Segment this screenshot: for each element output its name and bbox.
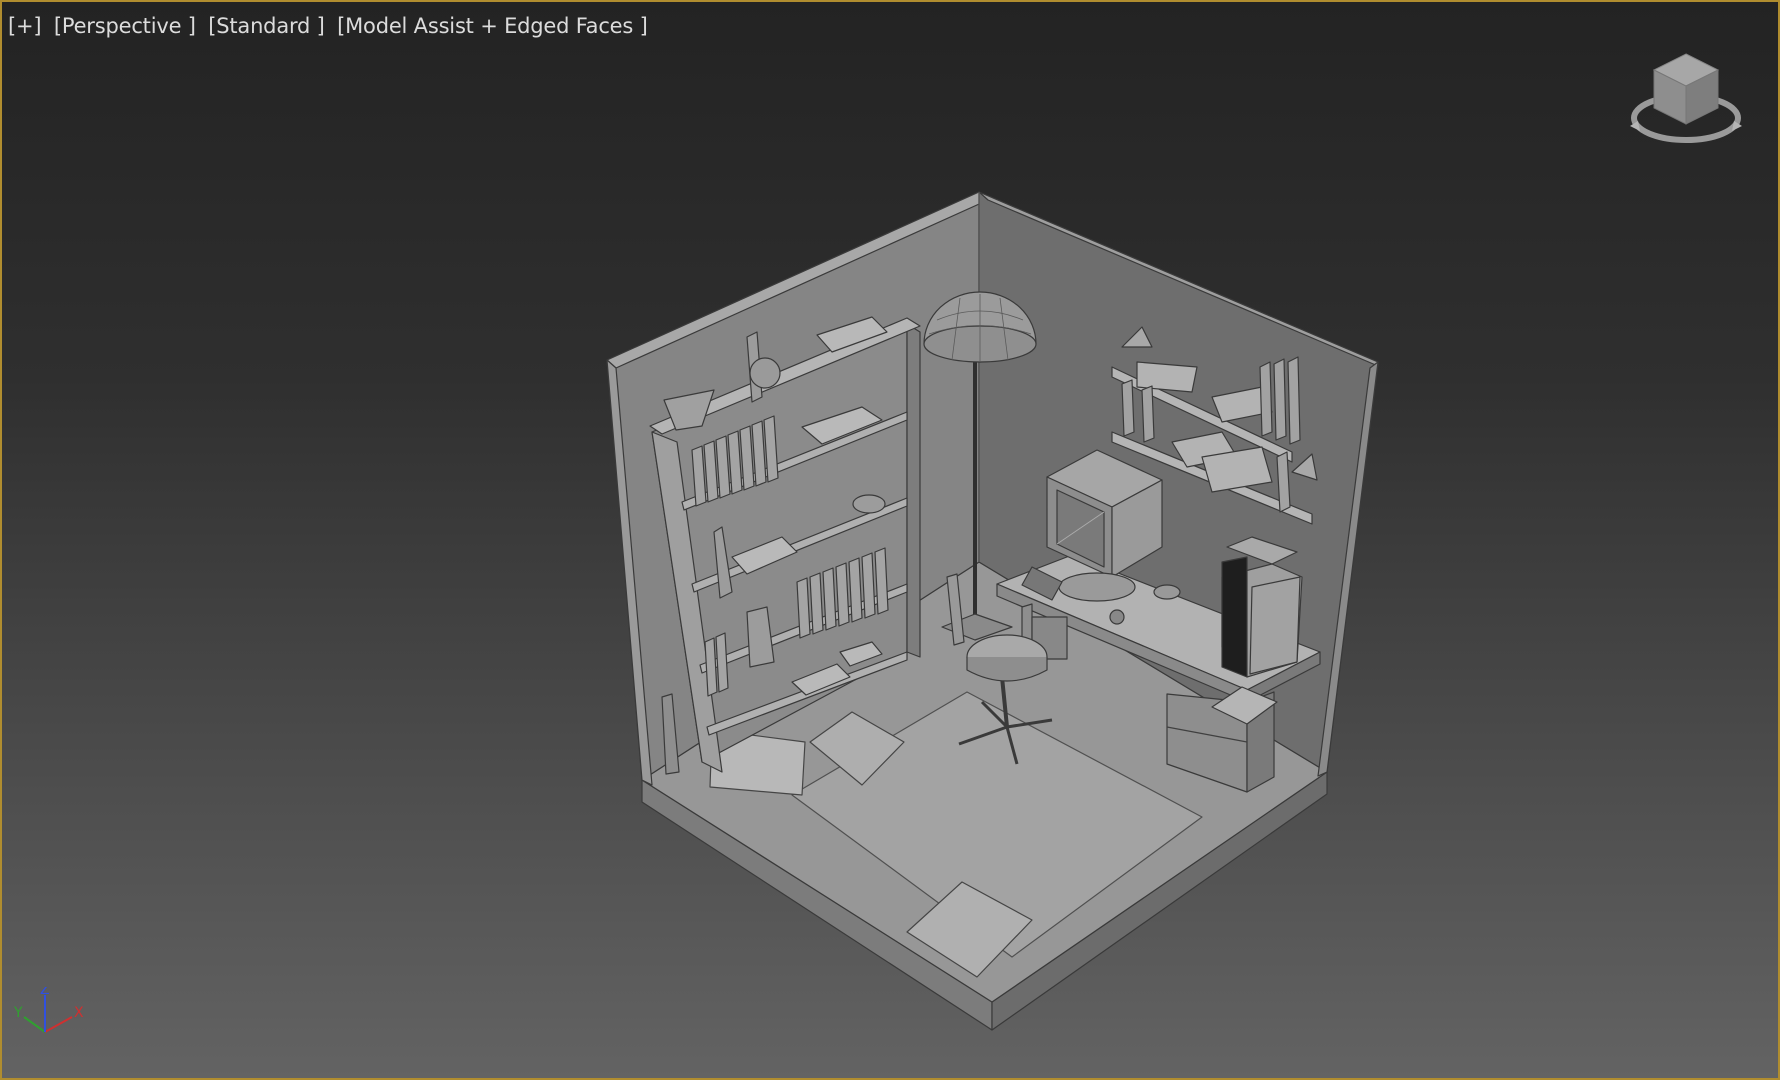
axis-z-label: Z bbox=[40, 987, 50, 998]
axis-x-label: X bbox=[74, 1005, 84, 1021]
bookshelf-right-side bbox=[906, 323, 921, 658]
viewcube-icon[interactable] bbox=[1626, 46, 1746, 156]
axis-y-label: Y bbox=[13, 1005, 23, 1021]
perspective-viewport[interactable]: [+] [Perspective ] [Standard ] [Model As… bbox=[0, 0, 1780, 1080]
axis-tripod-icon: X Y Z bbox=[13, 987, 84, 1033]
mug bbox=[1109, 609, 1125, 625]
desk-item bbox=[1153, 584, 1181, 600]
room-3d-scene bbox=[606, 191, 1379, 1031]
